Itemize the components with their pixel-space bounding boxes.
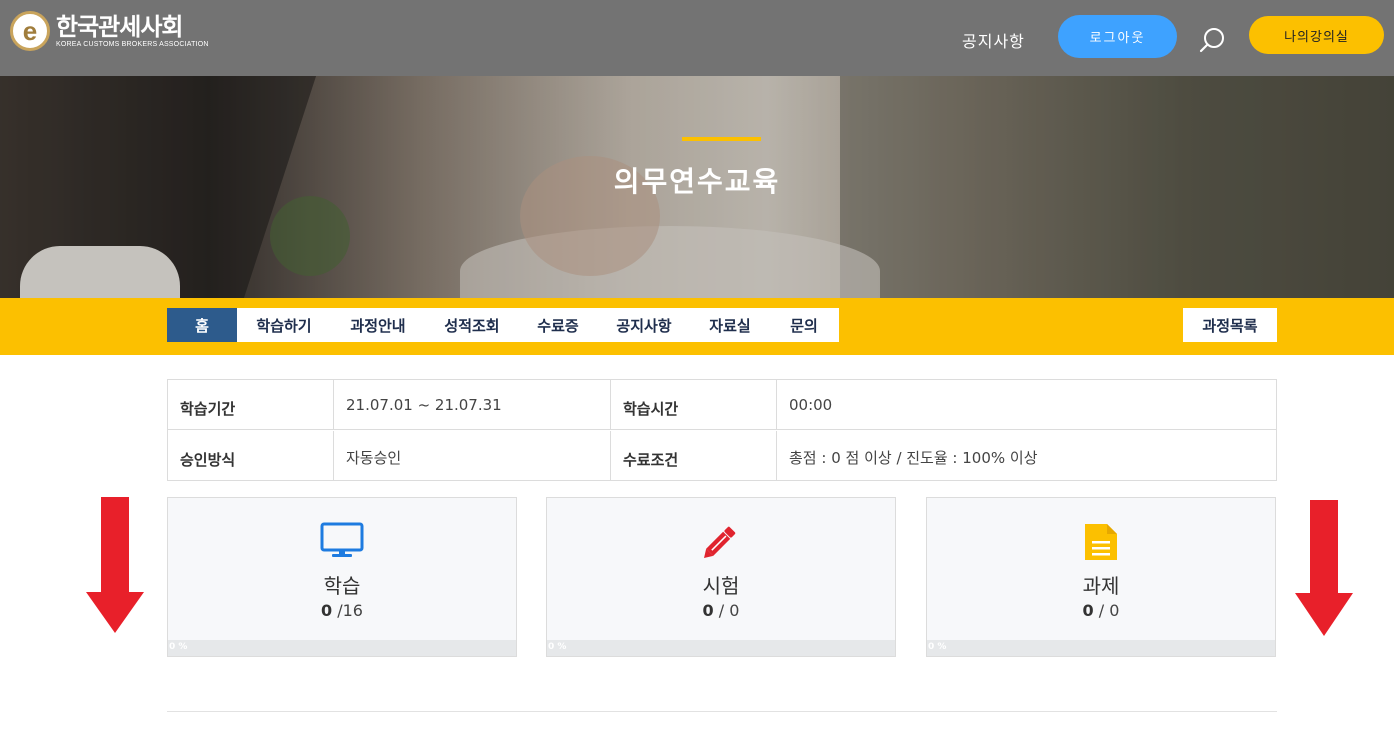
value-study-period: 21.07.01 ~ 21.07.31	[334, 380, 611, 430]
course-info-table: 학습기간 21.07.01 ~ 21.07.31 학습시간 00:00 승인방식…	[167, 379, 1277, 481]
tab-home[interactable]: 홈	[167, 308, 237, 342]
card-count: 0 /16	[321, 601, 363, 620]
page-title: 의무연수교육	[613, 165, 781, 198]
tab-grades[interactable]: 성적조회	[425, 308, 519, 342]
tab-resources[interactable]: 자료실	[691, 308, 769, 342]
my-classroom-button[interactable]: 나의강의실	[1249, 16, 1384, 54]
exam-card[interactable]: 시험 0 / 0 0 %	[546, 497, 896, 657]
tab-inquiry[interactable]: 문의	[769, 308, 839, 342]
table-row: 학습기간 21.07.01 ~ 21.07.31 학습시간 00:00	[168, 380, 1276, 430]
logo-name: 한국관세사회	[56, 12, 183, 41]
site-logo[interactable]: e 한국관세사회 KOREA CUSTOMS BROKERS ASSOCIATI…	[10, 11, 209, 51]
course-list-button[interactable]: 과정목록	[1183, 308, 1277, 342]
value-study-time: 00:00	[789, 396, 833, 414]
tab-study[interactable]: 학습하기	[237, 308, 331, 342]
search-icon[interactable]	[1198, 26, 1226, 54]
down-arrow-right-icon	[1295, 500, 1353, 636]
value-approval-method: 자동승인	[334, 431, 611, 481]
tab-certificate[interactable]: 수료증	[519, 308, 597, 342]
divider	[167, 711, 1277, 712]
tab-notice[interactable]: 공지사항	[597, 308, 691, 342]
monitor-icon	[320, 522, 364, 557]
top-header: e 한국관세사회 KOREA CUSTOMS BROKERS ASSOCIATI…	[0, 0, 1394, 76]
nav-notice-link[interactable]: 공지사항	[962, 28, 1025, 52]
value-completion-criteria: 총점 : 0 점 이상 / 진도율 : 100% 이상	[789, 449, 1038, 467]
tab-course-info[interactable]: 과정안내	[331, 308, 425, 342]
down-arrow-left-icon	[86, 497, 144, 633]
label-completion-criteria: 수료조건	[611, 431, 777, 481]
card-title: 과제	[1082, 574, 1120, 598]
study-card[interactable]: 학습 0 /16 0 %	[167, 497, 517, 657]
card-title: 학습	[323, 574, 361, 598]
table-row: 승인방식 자동승인 수료조건 총점 : 0 점 이상 / 진도율 : 100% …	[168, 431, 1276, 481]
label-study-time: 학습시간	[611, 380, 777, 430]
card-title: 시험	[702, 574, 740, 598]
progress-bar: 0 %	[927, 640, 1275, 656]
pencil-icon	[704, 526, 736, 558]
hero-accent-line	[682, 137, 761, 141]
label-approval-method: 승인방식	[168, 431, 334, 481]
card-count: 0 / 0	[1082, 601, 1120, 620]
progress-bar: 0 %	[547, 640, 895, 656]
logo-emblem-icon: e	[10, 11, 50, 51]
label-study-period: 학습기간	[168, 380, 334, 430]
logout-button[interactable]: 로그아웃	[1058, 15, 1177, 58]
assignment-card[interactable]: 과제 0 / 0 0 %	[926, 497, 1276, 657]
card-count: 0 / 0	[702, 601, 740, 620]
progress-bar: 0 %	[168, 640, 516, 656]
subnav-tabs: 홈 학습하기 과정안내 성적조회 수료증 공지사항 자료실 문의	[167, 308, 839, 342]
logo-subtitle: KOREA CUSTOMS BROKERS ASSOCIATION	[56, 40, 209, 48]
document-icon	[1085, 524, 1117, 560]
